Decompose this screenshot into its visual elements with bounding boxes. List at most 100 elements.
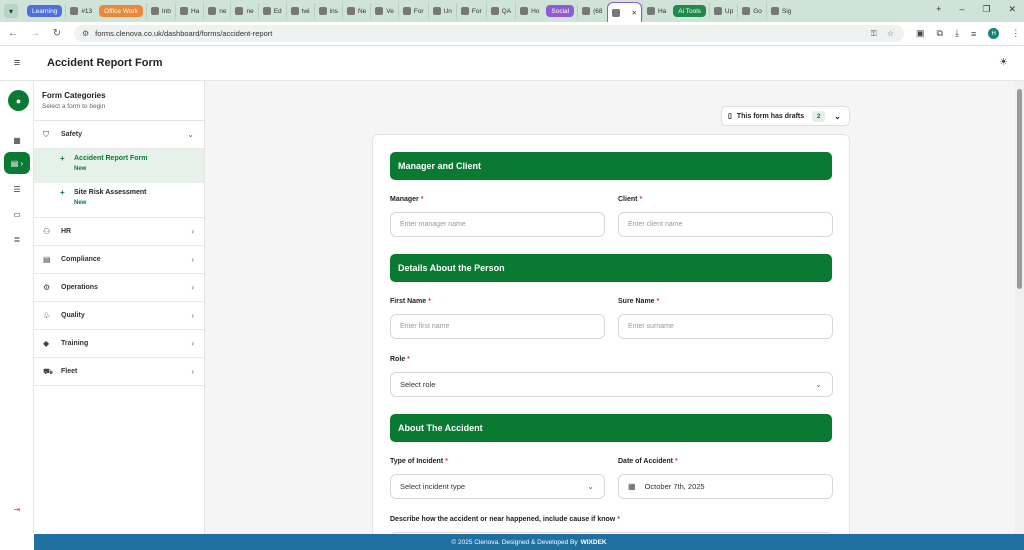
category-fleet[interactable]: ⛟ Fleet › (34, 358, 204, 386)
tab-title: ne (246, 7, 254, 15)
first-name-input[interactable]: Enter first name (390, 314, 605, 339)
page-scrollbar[interactable] (1015, 81, 1024, 534)
x-icon (208, 7, 217, 15)
tab-group-label[interactable]: Office Work (99, 5, 143, 17)
browser-tab[interactable]: Sig (765, 3, 795, 19)
download-icon[interactable]: ⤓ (955, 28, 959, 39)
form-item-site-risk[interactable]: + Site Risk Assessment New (34, 183, 204, 217)
close-tab-icon[interactable]: ✕ (632, 9, 637, 17)
site-info-icon[interactable]: ⚙ (82, 29, 89, 38)
tab-title: For (471, 7, 482, 15)
browser-tab[interactable]: ne (203, 3, 230, 19)
shield-icon: ⛉ (43, 129, 49, 139)
incident-type-select[interactable]: Select incident type ⌄ (390, 474, 605, 499)
chevron-right-icon: › (191, 311, 194, 320)
list-icon[interactable]: ≣ (8, 230, 26, 248)
browser-tab[interactable]: Ha (174, 3, 203, 19)
new-tab-plus-icon[interactable]: + (936, 4, 941, 15)
browser-tab[interactable]: ✕ (606, 2, 642, 22)
gemini-icon (742, 7, 751, 15)
bookmark-star-icon[interactable]: ☆ (887, 29, 894, 39)
tab-title: For (413, 7, 424, 15)
client-input[interactable]: Enter client name (618, 212, 833, 237)
password-key-icon[interactable]: ⚿ (871, 29, 877, 39)
drafts-label: This form has drafts (736, 112, 805, 120)
app: ≡ Accident Report Form ☀ ● ▦ ▤ › ☰ ▭ ≣ ⇥… (0, 46, 1024, 550)
category-safety[interactable]: ⛉ Safety ⌄ (34, 121, 204, 149)
truck-icon: ⛟ (43, 366, 54, 376)
section-header-manager-client: Manager and Client (390, 152, 832, 180)
category-hr[interactable]: ⚇ HR › (34, 218, 204, 246)
forms-nav-icon[interactable]: ▤ › (4, 152, 30, 174)
manager-input[interactable]: Enter manager name (390, 212, 605, 237)
doc-icon (460, 7, 469, 15)
browser-tab[interactable]: #13 (65, 3, 96, 19)
browser-tab[interactable]: Ve (370, 3, 398, 19)
new-badge: New (74, 200, 87, 206)
browser-tab[interactable]: (68 (577, 3, 606, 19)
forward-icon[interactable]: → (26, 28, 44, 39)
extensions-area: ▣ ⧉ ⤓ ≡ H ⋮ (916, 28, 1020, 39)
more-menu-icon[interactable]: ⋮ (1011, 28, 1020, 39)
browser-tab[interactable]: ne (230, 3, 257, 19)
new-badge: New (74, 166, 87, 172)
browser-tab[interactable]: Go (737, 3, 766, 19)
drafts-button[interactable]: ▯ This form has drafts 2 ⌄ (721, 106, 850, 126)
scrollbar-thumb[interactable] (1017, 89, 1022, 289)
tab-group-label[interactable]: Learning (27, 5, 63, 17)
main-content: ▯ This form has drafts 2 ⌄ Manager and C… (205, 81, 1015, 534)
playlist-icon[interactable]: ≡ (971, 29, 976, 39)
date-label: Date of Accident * (618, 458, 678, 465)
hamburger-menu-icon[interactable]: ≡ (0, 57, 34, 69)
browser-tab[interactable]: Ha (641, 3, 670, 19)
browser-tab[interactable]: QA (485, 3, 515, 19)
category-quality[interactable]: ♧ Quality › (34, 302, 204, 330)
extension-icon[interactable]: ▣ (916, 28, 925, 39)
browser-tab[interactable]: For (455, 3, 486, 19)
date-picker[interactable]: ▦ October 7th, 2025 (618, 474, 833, 499)
folder-icon[interactable]: ▭ (8, 205, 26, 223)
minimize-icon[interactable]: – (959, 4, 964, 15)
restore-icon[interactable]: ❐ (982, 4, 990, 15)
browser-tab[interactable]: Inb (145, 3, 175, 19)
category-compliance[interactable]: ▤ Compliance › (34, 246, 204, 274)
browser-tab[interactable]: ins (313, 3, 342, 19)
browser-tab[interactable]: Ho (515, 3, 543, 19)
form-card: Manager and Client Manager * Enter manage… (372, 134, 850, 534)
theme-toggle-sun-icon[interactable]: ☀ (999, 57, 1008, 68)
database-icon[interactable]: ☰ (8, 180, 26, 198)
first-name-label: First Name * (390, 298, 431, 305)
chevron-right-icon: › (191, 283, 194, 292)
x-icon (235, 7, 244, 15)
tab-title: Ho (531, 7, 540, 15)
puzzle-icon[interactable]: ⧉ (937, 28, 943, 39)
browser-tab[interactable]: Up (708, 3, 737, 19)
tab-title: Ne (357, 7, 367, 15)
reload-icon[interactable]: ↻ (48, 28, 66, 39)
url-field[interactable]: ⚙ forms.clenova.co.uk/dashboard/forms/ac… (74, 25, 904, 42)
browser-tab[interactable]: For (397, 3, 428, 19)
browser-tab[interactable]: Ne (341, 3, 370, 19)
tab-title: Inb (161, 7, 171, 15)
app-icon (318, 7, 327, 15)
dashboard-grid-icon[interactable]: ▦ (8, 131, 26, 149)
form-item-accident-report[interactable]: + Accident Report Form New (34, 149, 204, 183)
role-label: Role * (390, 356, 410, 363)
category-training[interactable]: ◆ Training › (34, 330, 204, 358)
surname-input[interactable]: Enter surname (618, 314, 833, 339)
close-window-icon[interactable]: ✕ (1008, 4, 1016, 15)
browser-tab[interactable]: twi (285, 3, 314, 19)
tab-search-icon[interactable]: ▾ (4, 4, 18, 18)
browser-tab[interactable]: Un (427, 3, 456, 19)
footer-brand: WIXDEK (580, 538, 607, 546)
tab-group-label[interactable]: Social (546, 5, 575, 17)
browser-tab[interactable]: Ed (257, 3, 286, 19)
tab-group-label[interactable]: Ai Tools (673, 5, 706, 17)
category-label: Safety (61, 131, 83, 138)
profile-avatar[interactable]: H (988, 28, 1000, 39)
user-avatar-icon[interactable]: ● (8, 90, 29, 111)
back-icon[interactable]: ← (4, 28, 22, 39)
category-operations[interactable]: ⚙ Operations › (34, 274, 204, 302)
role-select[interactable]: Select role ⌄ (390, 372, 833, 397)
logout-icon[interactable]: ⇥ (8, 500, 26, 518)
